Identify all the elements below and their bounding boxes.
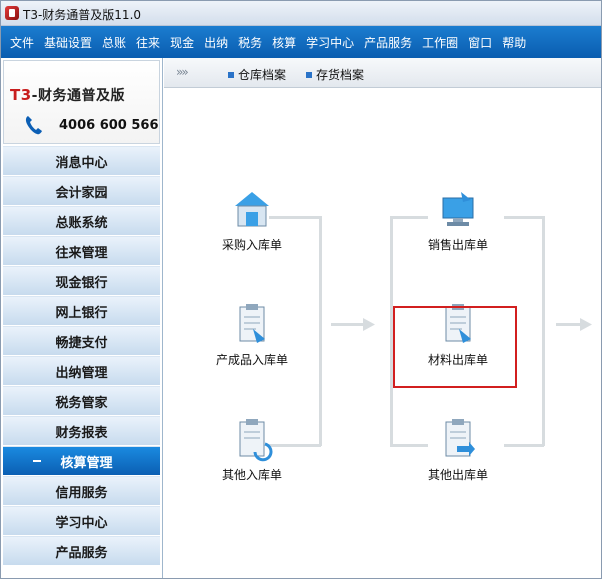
sales-computer-icon <box>435 188 481 232</box>
menu-help[interactable]: 帮助 <box>497 34 531 51</box>
nav-cash-bank[interactable]: 现金银行 <box>3 266 160 296</box>
connector-line <box>504 444 544 447</box>
collapse-icon <box>33 457 41 465</box>
brand-logo: T3-财务通普及版 <box>10 86 125 104</box>
menu-bar: 文件 基础设置 总账 往来 现金 出纳 税务 核算 学习中心 产品服务 工作圈 … <box>1 26 601 58</box>
menu-cashier[interactable]: 出纳 <box>199 34 233 51</box>
menu-tax[interactable]: 税务 <box>233 34 267 51</box>
phone-icon <box>25 116 42 135</box>
toolbar: »» 仓库档案 存货档案 <box>164 58 601 88</box>
title-bar: T3-财务通普及版11.0 <box>1 1 601 26</box>
document-flow: 采购入库单 产成品入库单 其他入库单 销售出库单 材料出库单 其他出库单 <box>164 88 601 578</box>
menu-window[interactable]: 窗口 <box>463 34 497 51</box>
bullet-icon <box>306 71 312 78</box>
connector-line <box>319 216 322 446</box>
nav-product-services[interactable]: 产品服务 <box>3 536 160 566</box>
document-in-icon <box>229 418 275 462</box>
brand-panel: T3-财务通普及版 4006 600 566 <box>3 60 160 144</box>
app-window: T3-财务通普及版11.0 文件 基础设置 总账 往来 现金 出纳 税务 核算 … <box>0 0 602 579</box>
menu-learning-center[interactable]: 学习中心 <box>301 34 359 51</box>
nav-ledger-system[interactable]: 总账系统 <box>3 206 160 236</box>
selection-highlight <box>393 306 517 388</box>
main-panel: »» 仓库档案 存货档案 采购入库单 产成品入库单 其他入库单 销售出库单 材料… <box>164 58 601 578</box>
document-out-icon <box>435 418 481 462</box>
menu-file[interactable]: 文件 <box>5 34 39 51</box>
menu-cash[interactable]: 现金 <box>165 34 199 51</box>
menu-workspace[interactable]: 工作圈 <box>417 34 463 51</box>
sales-outbound-node[interactable]: 销售出库单 <box>408 188 508 253</box>
purchase-inbound-node[interactable]: 采购入库单 <box>202 188 302 253</box>
nav-receivables-mgmt[interactable]: 往来管理 <box>3 236 160 266</box>
menu-basic-settings[interactable]: 基础设置 <box>39 34 97 51</box>
flow-arrow-icon <box>331 318 375 331</box>
menu-product-services[interactable]: 产品服务 <box>359 34 417 51</box>
nav-learning-center[interactable]: 学习中心 <box>3 506 160 536</box>
nav-online-banking[interactable]: 网上银行 <box>3 296 160 326</box>
nav-message-center[interactable]: 消息中心 <box>3 146 160 176</box>
warehouse-icon <box>229 188 275 232</box>
nav-tax-manager[interactable]: 税务管家 <box>3 386 160 416</box>
nav-cashier-mgmt[interactable]: 出纳管理 <box>3 356 160 386</box>
warehouse-archive-link[interactable]: 仓库档案 <box>228 66 286 83</box>
bullet-icon <box>228 71 234 78</box>
document-icon <box>229 303 275 347</box>
menu-general-ledger[interactable]: 总账 <box>97 34 131 51</box>
window-title: T3-财务通普及版11.0 <box>23 8 142 22</box>
menu-accounting[interactable]: 核算 <box>267 34 301 51</box>
sidebar: T3-财务通普及版 4006 600 566 消息中心 会计家园 总账系统 往来… <box>1 58 163 578</box>
app-logo-icon <box>5 6 19 20</box>
finished-goods-inbound-node[interactable]: 产成品入库单 <box>202 303 302 368</box>
connector-line <box>542 216 545 446</box>
nav-quick-pay[interactable]: 畅捷支付 <box>3 326 160 356</box>
inventory-archive-link[interactable]: 存货档案 <box>306 66 364 83</box>
nav-credit-services[interactable]: 信用服务 <box>3 476 160 506</box>
expand-chevron-icon[interactable]: »» <box>176 65 189 79</box>
connector-line <box>504 216 544 219</box>
nav-accounting-mgmt[interactable]: 核算管理 <box>3 446 160 476</box>
nav-list: 消息中心 会计家园 总账系统 往来管理 现金银行 网上银行 畅捷支付 出纳管理 … <box>3 146 160 566</box>
menu-receivables[interactable]: 往来 <box>131 34 165 51</box>
nav-accountant-home[interactable]: 会计家园 <box>3 176 160 206</box>
other-inbound-node[interactable]: 其他入库单 <box>202 418 302 483</box>
other-outbound-node[interactable]: 其他出库单 <box>408 418 508 483</box>
support-phone: 4006 600 566 <box>59 118 159 133</box>
nav-financial-reports[interactable]: 财务报表 <box>3 416 160 446</box>
flow-arrow-icon <box>556 318 592 331</box>
